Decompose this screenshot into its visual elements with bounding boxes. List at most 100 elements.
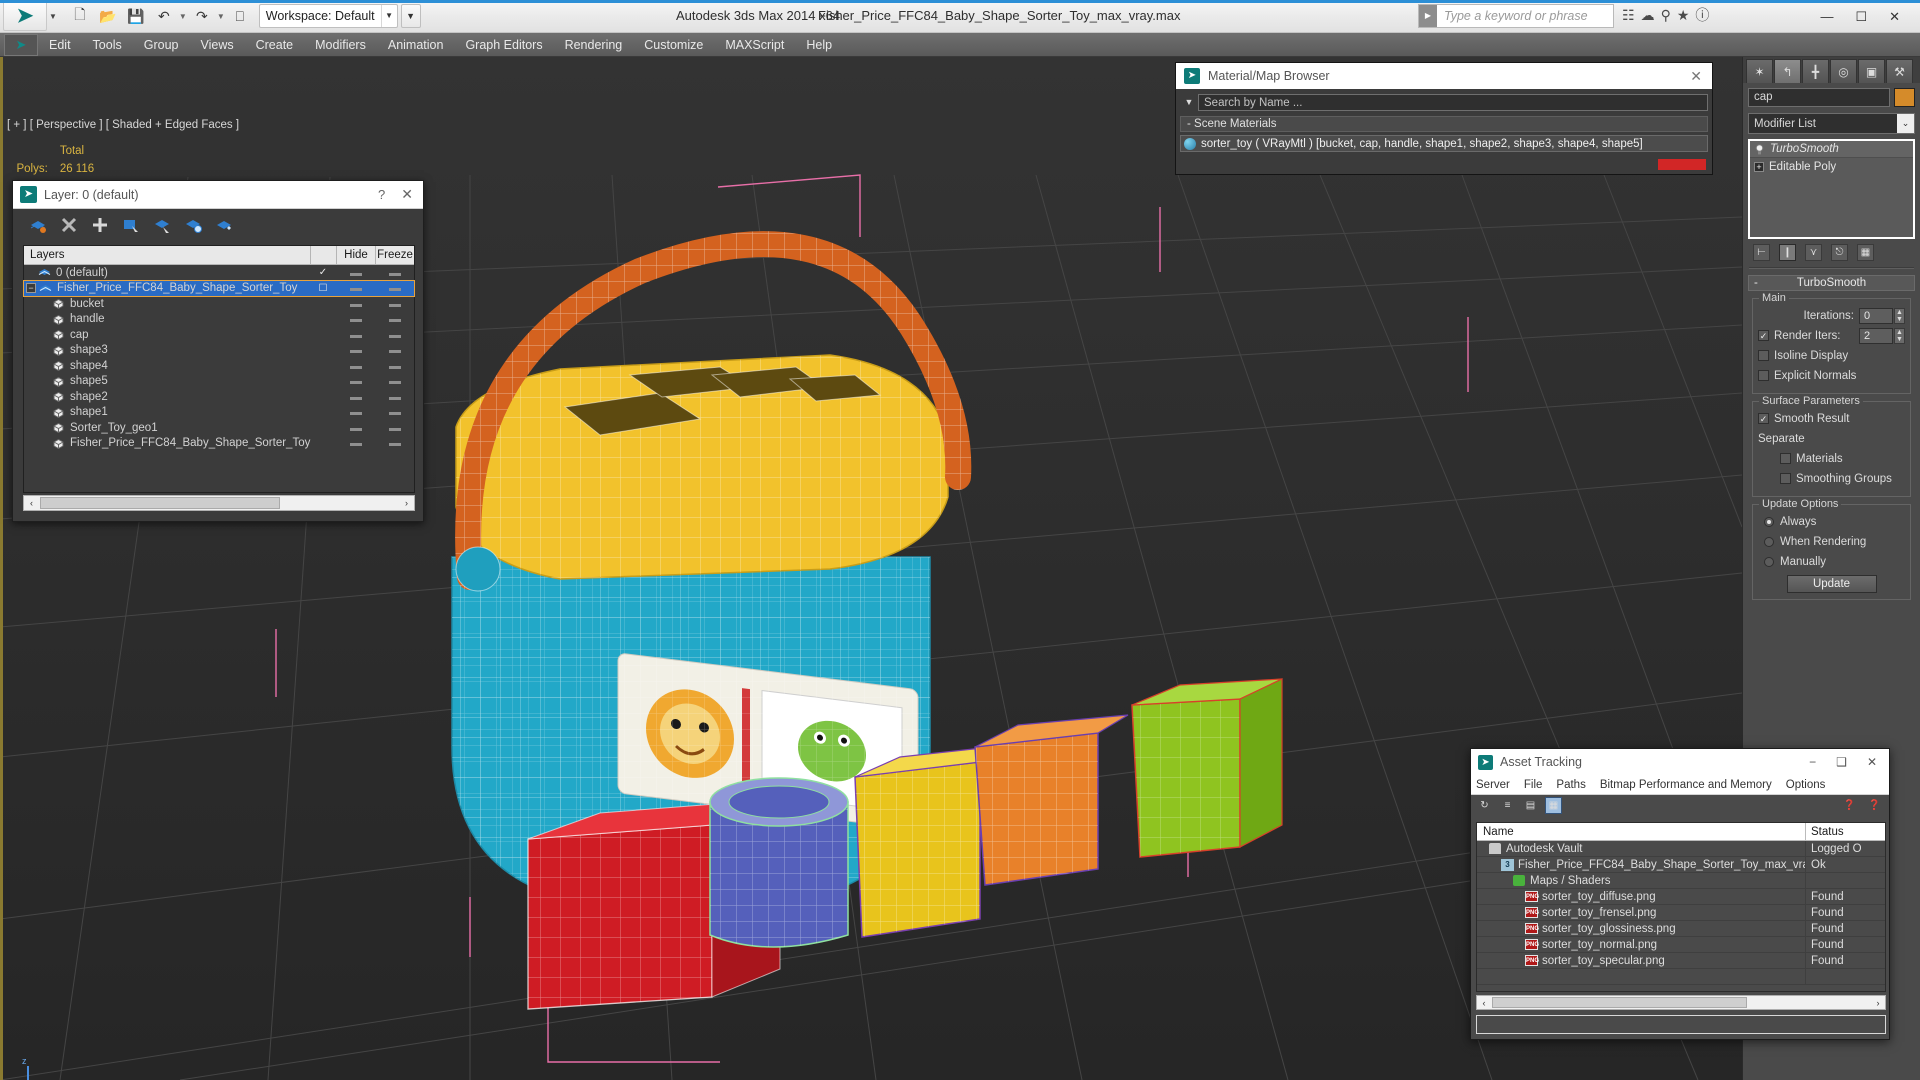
layer-row-selected[interactable]: − Fisher_Price_FFC84_Baby_Shape_Sorter_T… bbox=[23, 279, 415, 297]
viewport-label[interactable]: [ + ] [ Perspective ] [ Shaded + Edged F… bbox=[7, 119, 239, 131]
layer-freeze-toggle[interactable] bbox=[375, 298, 414, 310]
undo-button[interactable]: ↶ bbox=[151, 4, 177, 28]
layer-object-row[interactable]: shape2 bbox=[24, 389, 414, 405]
separate-smoothing-groups-row[interactable]: Smoothing Groups bbox=[1758, 470, 1905, 487]
configure-modifier-sets-button[interactable]: ▦ bbox=[1857, 244, 1874, 261]
minimize-button[interactable]: — bbox=[1820, 9, 1833, 24]
layer-object-row[interactable]: shape4 bbox=[24, 358, 414, 374]
layer-object-row[interactable]: shape1 bbox=[24, 405, 414, 421]
workspace-chevron-down-icon[interactable]: ▼ bbox=[380, 5, 397, 27]
layer-hide-toggle[interactable] bbox=[336, 360, 375, 372]
layer-freeze-toggle[interactable] bbox=[375, 344, 414, 356]
render-iters-input[interactable]: 2 bbox=[1859, 327, 1893, 344]
layer-freeze-toggle[interactable] bbox=[375, 282, 414, 294]
set-layer-properties-button[interactable] bbox=[215, 216, 233, 234]
browser-options-icon[interactable]: ▼ bbox=[1180, 97, 1198, 107]
layer-freeze-toggle[interactable] bbox=[375, 437, 414, 449]
select-highlighted-objects-button[interactable] bbox=[122, 216, 140, 234]
asset-horizontal-scrollbar[interactable]: ‹ › bbox=[1476, 995, 1886, 1010]
check-out-help-icon[interactable]: ❓ bbox=[1866, 797, 1883, 814]
layer-object-row[interactable]: shape5 bbox=[24, 374, 414, 390]
asset-row-texture[interactable]: PNG sorter_toy_diffuse.png Found bbox=[1477, 889, 1885, 905]
rollout-header[interactable]: - TurboSmooth bbox=[1748, 275, 1915, 291]
explicit-normals-checkbox[interactable] bbox=[1758, 370, 1769, 381]
layer-freeze-toggle[interactable] bbox=[375, 391, 414, 403]
menu-item-graph-editors[interactable]: Graph Editors bbox=[454, 33, 553, 57]
close-button[interactable]: ✕ bbox=[1867, 755, 1877, 769]
show-end-result-button[interactable]: ❙ bbox=[1779, 244, 1796, 261]
layer-freeze-toggle[interactable] bbox=[375, 360, 414, 372]
update-button[interactable]: Update bbox=[1786, 575, 1877, 593]
asset-row-maxfile[interactable]: 3 Fisher_Price_FFC84_Baby_Shape_Sorter_T… bbox=[1477, 857, 1885, 873]
lightbulb-icon[interactable] bbox=[1754, 143, 1765, 155]
separate-materials-row[interactable]: Materials bbox=[1758, 450, 1905, 467]
menu-item-group[interactable]: Group bbox=[133, 33, 190, 57]
scene-materials-group-header[interactable]: - Scene Materials bbox=[1180, 116, 1708, 132]
layer-object-row[interactable]: Fisher_Price_FFC84_Baby_Shape_Sorter_Toy bbox=[24, 436, 414, 452]
menu-item-server[interactable]: Server bbox=[1476, 779, 1510, 791]
menu-item-maxscript[interactable]: MAXScript bbox=[714, 33, 795, 57]
layer-hide-toggle[interactable] bbox=[336, 329, 375, 341]
utilities-tab[interactable]: ⚒ bbox=[1886, 59, 1913, 83]
favorites-star-icon[interactable]: ★ bbox=[1677, 7, 1690, 24]
undo-dropdown-icon[interactable]: ▼ bbox=[179, 12, 187, 21]
layer-freeze-toggle[interactable] bbox=[375, 422, 414, 434]
material-search-input[interactable]: Search by Name ... bbox=[1198, 93, 1708, 111]
open-file-button[interactable]: 📂 bbox=[95, 4, 121, 28]
scroll-right-icon[interactable]: › bbox=[1871, 998, 1885, 1008]
workspace-expand-button[interactable]: ▼ bbox=[400, 4, 421, 28]
motion-tab[interactable]: ◎ bbox=[1830, 59, 1857, 83]
scrollbar-thumb[interactable] bbox=[40, 497, 280, 509]
material-map-browser[interactable]: ➤ Material/Map Browser ✕ ▼ Search by Nam… bbox=[1175, 62, 1713, 175]
menu-item-options[interactable]: Options bbox=[1786, 779, 1826, 791]
layer-object-row[interactable]: shape3 bbox=[24, 343, 414, 359]
object-name-input[interactable]: cap bbox=[1748, 88, 1890, 107]
modifier-stack-item-turbosmooth[interactable]: TurboSmooth bbox=[1750, 141, 1913, 158]
update-when-rendering-radio[interactable] bbox=[1764, 536, 1774, 547]
add-objects-to-current-layer-button[interactable] bbox=[184, 216, 202, 234]
smooth-result-row[interactable]: ✓ Smooth Result bbox=[1758, 410, 1905, 427]
layer-freeze-toggle[interactable] bbox=[375, 329, 414, 341]
menu-item-file[interactable]: File bbox=[1524, 779, 1543, 791]
menu-item-animation[interactable]: Animation bbox=[377, 33, 455, 57]
layer-horizontal-scrollbar[interactable]: ‹ › bbox=[23, 495, 415, 511]
menu-item-modifiers[interactable]: Modifiers bbox=[304, 33, 377, 57]
menu-item-create[interactable]: Create bbox=[245, 33, 305, 57]
search-input[interactable]: ▶ Type a keyword or phrase bbox=[1418, 4, 1614, 28]
layer-object-row[interactable]: Sorter_Toy_geo1 bbox=[24, 420, 414, 436]
chevron-down-icon[interactable]: ⌄ bbox=[1897, 114, 1914, 133]
menu-item-customize[interactable]: Customize bbox=[633, 33, 714, 57]
separate-materials-checkbox[interactable] bbox=[1780, 453, 1791, 464]
maximize-button[interactable]: ☐ bbox=[1855, 9, 1867, 25]
workspace-selector[interactable]: Workspace: Default ▼ bbox=[258, 4, 398, 28]
maximize-button[interactable]: ❑ bbox=[1836, 755, 1847, 769]
exchange-app-icon[interactable]: ☁ bbox=[1641, 7, 1655, 24]
layer-hide-toggle[interactable] bbox=[336, 298, 375, 310]
collapse-expander-icon[interactable]: − bbox=[26, 283, 36, 294]
add-selected-objects-button[interactable] bbox=[91, 216, 109, 234]
layer-current-check[interactable]: ☐ bbox=[310, 283, 336, 294]
application-menu-button[interactable]: ➤ bbox=[3, 1, 47, 31]
menu-item-bitmap-performance[interactable]: Bitmap Performance and Memory bbox=[1600, 779, 1772, 791]
asset-tracking-dialog[interactable]: ➤ Asset Tracking − ❑ ✕ Server File Paths… bbox=[1470, 748, 1890, 1040]
isoline-display-row[interactable]: Isoline Display bbox=[1758, 347, 1905, 364]
pin-stack-button[interactable]: ⊢ bbox=[1753, 244, 1770, 261]
separate-smoothing-groups-checkbox[interactable] bbox=[1780, 473, 1791, 484]
close-icon[interactable]: ✕ bbox=[1690, 68, 1712, 85]
layer-object-row[interactable]: handle bbox=[24, 312, 414, 328]
render-iters-checkbox[interactable]: ✓ bbox=[1758, 330, 1769, 341]
asset-row-vault[interactable]: Autodesk Vault Logged O bbox=[1477, 841, 1885, 857]
asset-row-texture[interactable]: PNG sorter_toy_specular.png Found bbox=[1477, 953, 1885, 969]
scroll-left-icon[interactable]: ‹ bbox=[24, 498, 39, 508]
menu-item-edit[interactable]: Edit bbox=[38, 33, 82, 57]
layer-dialog[interactable]: ➤ Layer: 0 (default) ? ✕ Layers Hide Fre… bbox=[12, 180, 424, 522]
modify-tab[interactable]: ↰ bbox=[1774, 59, 1801, 83]
list-view-button[interactable]: ≡ bbox=[1499, 797, 1516, 814]
create-tab[interactable]: ✶ bbox=[1746, 59, 1773, 83]
highlight-selected-objects-button[interactable] bbox=[153, 216, 171, 234]
layer-hide-toggle[interactable] bbox=[336, 437, 375, 449]
modifier-stack[interactable]: TurboSmooth + Editable Poly bbox=[1748, 139, 1915, 239]
remove-modifier-button[interactable]: ⎋ bbox=[1831, 244, 1848, 261]
scroll-left-icon[interactable]: ‹ bbox=[1477, 998, 1491, 1008]
help-icon[interactable]: ? bbox=[378, 187, 401, 202]
